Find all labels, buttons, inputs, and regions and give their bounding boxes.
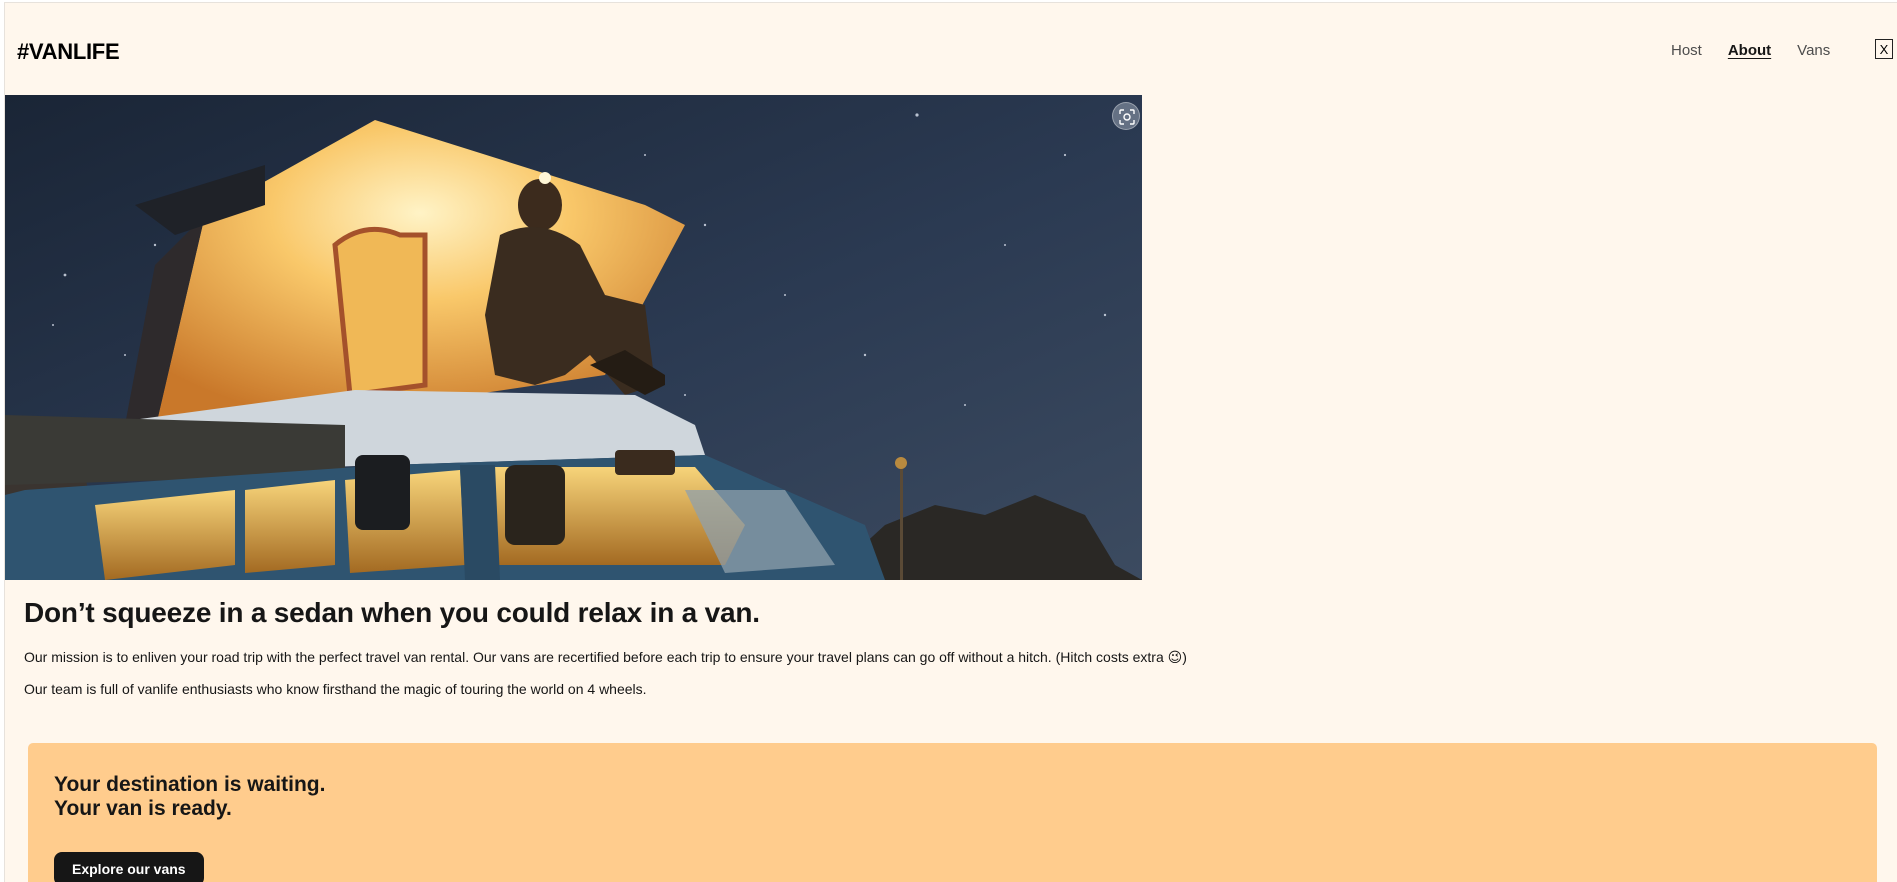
cta-title-line-2: Your van is ready. — [54, 797, 232, 820]
cta-banner: Your destination is waiting. Your van is… — [28, 743, 1877, 882]
app-window: #VANLIFE Host About Vans X Don’t squeeze… — [4, 2, 1897, 882]
team-paragraph: Our team is full of vanlife enthusiasts … — [24, 681, 647, 697]
page-headline: Don’t squeeze in a sedan when you could … — [24, 597, 760, 628]
nav-link-about[interactable]: About — [1728, 42, 1771, 59]
main-nav: Host About Vans — [1671, 42, 1830, 59]
cta-title: Your destination is waiting. Your van is… — [54, 773, 325, 821]
close-button[interactable]: X — [1875, 39, 1893, 59]
nav-link-vans[interactable]: Vans — [1797, 42, 1830, 59]
visual-search-icon — [1119, 109, 1135, 125]
explore-vans-button[interactable]: Explore our vans — [54, 852, 204, 882]
cta-title-line-1: Your destination is waiting. — [54, 773, 326, 796]
site-logo[interactable]: #VANLIFE — [17, 39, 120, 65]
site-header: #VANLIFE Host About Vans X — [5, 3, 1897, 95]
visual-search-button[interactable] — [1112, 102, 1140, 130]
nav-link-host[interactable]: Host — [1671, 42, 1702, 59]
mission-paragraph: Our mission is to enliven your road trip… — [24, 649, 1187, 665]
hero-image — [5, 95, 1142, 580]
hero-van-illustration — [5, 95, 1142, 580]
